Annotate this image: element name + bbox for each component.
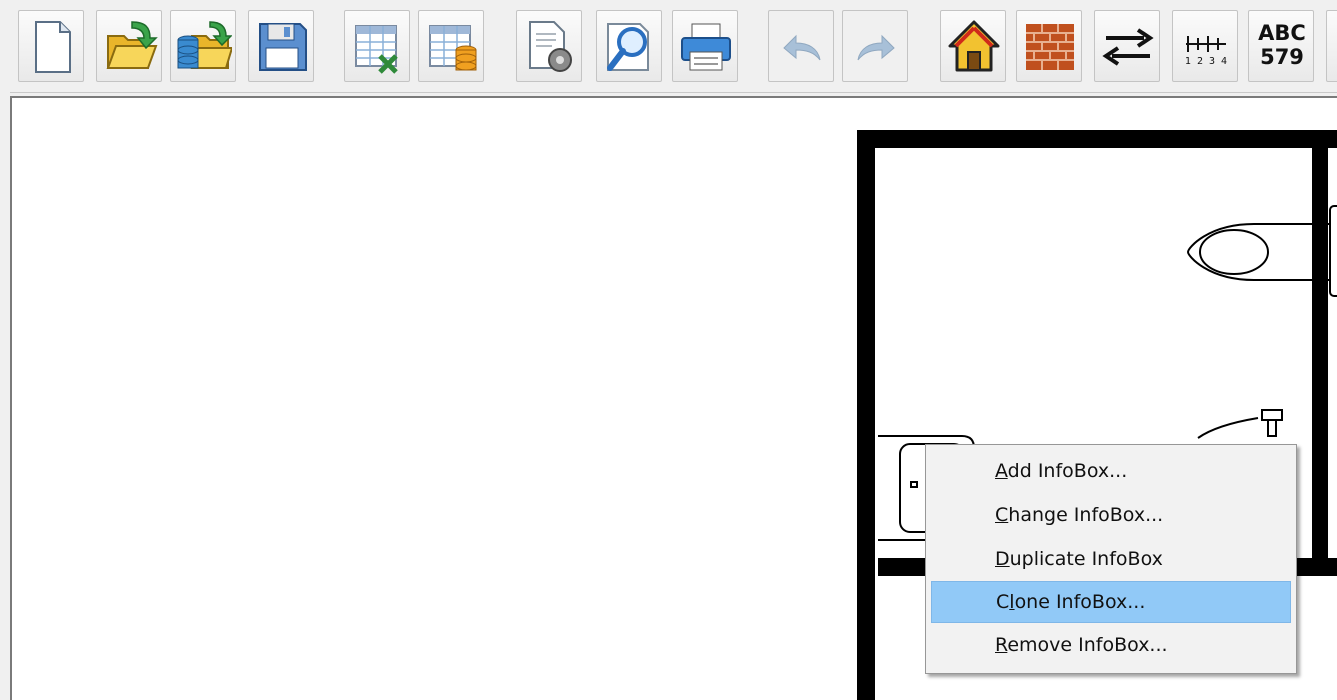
new-document-button[interactable] — [18, 10, 84, 82]
context-menu: Add InfoBox... Change InfoBox... Duplica… — [925, 444, 1297, 674]
next-toolbar-button[interactable] — [1326, 10, 1337, 82]
redo-button[interactable] — [842, 10, 908, 82]
menu-item-duplicate-infobox[interactable]: Duplicate InfoBox — [931, 539, 1291, 581]
abc-numbers-icon: ABC 579 — [1249, 21, 1315, 69]
print-preview-button[interactable] — [596, 10, 662, 82]
menu-item-label: Add InfoBox... — [995, 460, 1128, 482]
swap-button[interactable] — [1094, 10, 1160, 82]
main-toolbar: 1 2 3 4 ABC 579 — [0, 0, 1337, 93]
floppy-disk-icon — [259, 23, 307, 71]
brick-wall-icon — [1026, 24, 1074, 70]
undo-button[interactable] — [768, 10, 834, 82]
open-database-button[interactable] — [170, 10, 236, 82]
database-table-icon — [429, 25, 477, 71]
ruler-digits: 1 2 3 4 — [1185, 56, 1227, 67]
menu-item-add-infobox[interactable]: Add InfoBox... — [931, 451, 1291, 493]
open-database-icon — [177, 21, 232, 69]
open-folder-icon — [106, 21, 158, 69]
house-icon — [948, 20, 1000, 72]
wall-button[interactable] — [1016, 10, 1082, 82]
menu-item-label: Duplicate InfoBox — [995, 548, 1163, 570]
home-button[interactable] — [940, 10, 1006, 82]
swap-arrows-icon — [1102, 28, 1154, 66]
save-button[interactable] — [248, 10, 314, 82]
menu-item-change-infobox[interactable]: Change InfoBox... — [931, 495, 1291, 537]
settings-document-icon — [529, 21, 572, 72]
abc-label: ABC — [1258, 21, 1306, 45]
outer-wall-top — [857, 130, 1337, 148]
ruler-icon: 1 2 3 4 — [1185, 36, 1227, 67]
outer-wall-left — [857, 130, 875, 700]
menu-item-label: Remove InfoBox... — [995, 634, 1168, 656]
menu-item-label: Change InfoBox... — [995, 504, 1164, 526]
numbering-button[interactable]: ABC 579 — [1248, 10, 1314, 82]
redo-icon — [857, 34, 895, 61]
new-document-icon — [35, 21, 71, 73]
printer-icon — [681, 23, 731, 71]
export-database-button[interactable] — [418, 10, 484, 82]
left-border — [0, 92, 10, 700]
excel-table-icon — [355, 25, 398, 74]
menu-item-clone-infobox[interactable]: Clone InfoBox... — [931, 581, 1291, 623]
menu-item-remove-infobox[interactable]: Remove InfoBox... — [931, 625, 1291, 667]
menu-item-label: Clone InfoBox... — [996, 591, 1146, 613]
number-label: 579 — [1260, 45, 1304, 69]
ruler-button[interactable]: 1 2 3 4 — [1172, 10, 1238, 82]
open-file-button[interactable] — [96, 10, 162, 82]
page-settings-button[interactable] — [516, 10, 582, 82]
undo-icon — [783, 34, 821, 61]
magnifier-icon — [607, 23, 649, 71]
export-excel-button[interactable] — [344, 10, 410, 82]
inner-wall-vertical — [1312, 148, 1328, 558]
print-button[interactable] — [672, 10, 738, 82]
